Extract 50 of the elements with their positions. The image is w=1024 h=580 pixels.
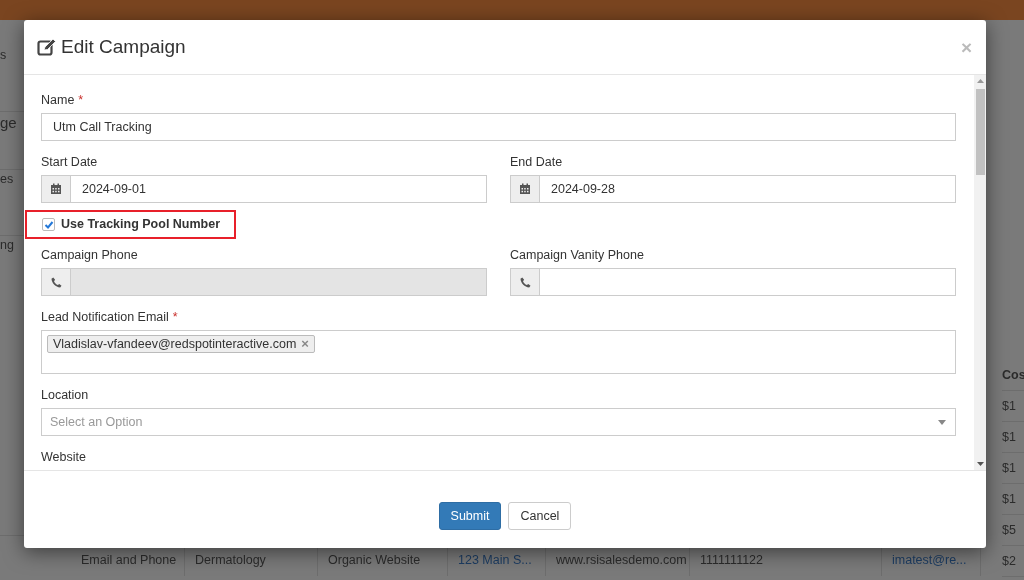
calendar-icon — [519, 183, 531, 195]
submit-button[interactable]: Submit — [438, 502, 502, 530]
table-link[interactable]: 123 Main S... — [458, 553, 532, 567]
checkbox[interactable] — [42, 218, 55, 231]
edit-icon — [37, 38, 57, 56]
table-cell-text: $2 — [1002, 552, 1016, 570]
select-field[interactable]: Select an Option — [41, 408, 956, 436]
table-cell: 1111111122 — [700, 553, 764, 567]
background-text: es — [0, 171, 14, 188]
cancel-button[interactable]: Cancel — [508, 502, 572, 530]
table-cell: Organic Website — [328, 553, 421, 567]
field-label: Website — [41, 450, 86, 464]
phone-icon — [519, 276, 531, 288]
table-cell-text: $5 — [1002, 521, 1016, 539]
scroll-up-icon[interactable] — [976, 79, 984, 83]
table-link[interactable]: imatest@re... — [892, 553, 967, 567]
scrollbar[interactable] — [974, 75, 986, 470]
date-input[interactable]: 2024-09-01 — [71, 175, 487, 203]
date-input[interactable]: 2024-09-28 — [540, 175, 956, 203]
table-cell-text: $1 — [1002, 459, 1016, 477]
field-label: Lead Notification Email — [41, 310, 169, 324]
table-cell: Email and Phone — [81, 553, 177, 567]
field-label: Location — [41, 388, 89, 402]
scrollbar-thumb[interactable] — [975, 89, 985, 175]
field-label: Name — [41, 93, 75, 107]
table-cell-text: $1 — [1002, 490, 1016, 508]
background-text: ge — [0, 113, 17, 133]
calendar-icon — [50, 183, 62, 195]
table-cell-text: $1 — [1002, 428, 1016, 446]
field-label: End Date — [510, 155, 563, 169]
dropdown-caret-icon — [938, 419, 946, 425]
email-tag: Vladislav-vfandeev@redspotinteractive.com × — [47, 335, 315, 353]
field-label: Start Date — [41, 155, 98, 169]
field-label: Campaign Vanity Phone — [510, 248, 644, 262]
background-text: ng — [0, 237, 14, 254]
checkbox-label: Use Tracking Pool Number — [61, 216, 221, 234]
table-cell: www.rsisalesdemo.com — [556, 553, 687, 567]
text-input[interactable]: Utm Call Tracking — [41, 113, 956, 141]
required-mark: * — [78, 93, 84, 107]
phone-input[interactable] — [540, 268, 956, 296]
required-mark: * — [172, 310, 178, 324]
background-text: s — [0, 47, 7, 64]
dialog-title: Edit Campaign — [61, 34, 186, 59]
remove-tag-button[interactable]: × — [301, 334, 309, 354]
phone-icon — [50, 276, 62, 288]
field-label: Campaign Phone — [41, 248, 138, 262]
scroll-down-icon[interactable] — [976, 462, 984, 466]
tags-input[interactable]: Vladislav-vfandeev@redspotinteractive.com × — [41, 330, 956, 374]
table-cell: Dermatology — [195, 553, 266, 567]
table-cell-text: $1 — [1002, 397, 1016, 415]
